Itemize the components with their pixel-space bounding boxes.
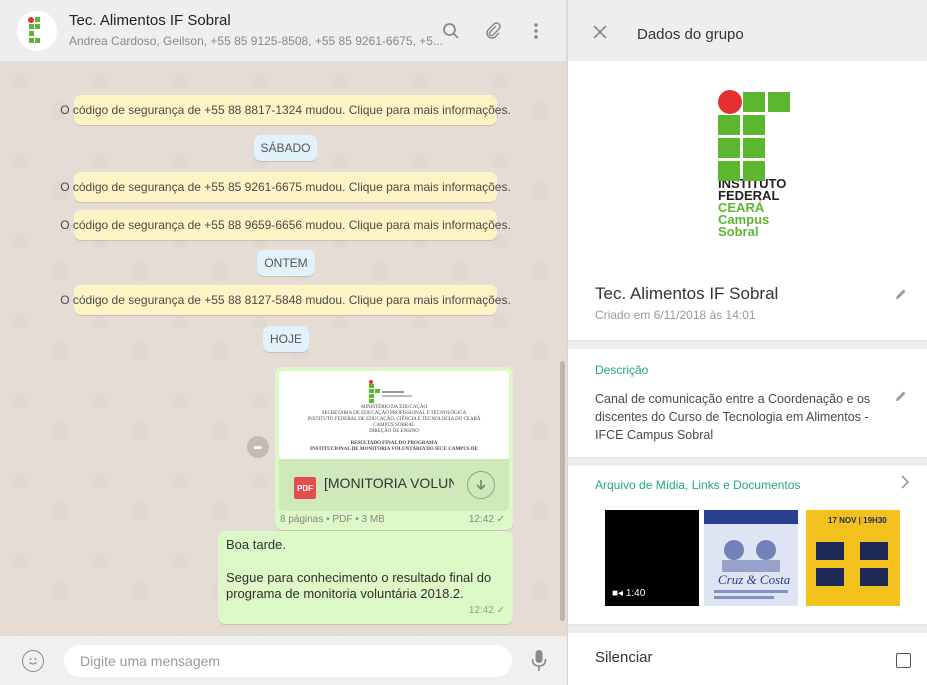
mute-label: Silenciar — [595, 649, 653, 666]
edit-description-icon[interactable] — [894, 389, 908, 403]
group-avatar[interactable] — [17, 11, 57, 51]
group-info-title: Dados do grupo — [637, 26, 744, 43]
pdf-icon: PDF — [294, 477, 316, 499]
video-icon: ■◂ — [612, 588, 624, 599]
attach-icon[interactable] — [482, 20, 504, 42]
group-description: Canal de comunicação entre a Coordenação… — [595, 392, 871, 442]
group-name: Tec. Alimentos IF Sobral — [595, 284, 779, 303]
media-link[interactable]: Arquivo de Mídia, Links e Documentos — [595, 478, 800, 492]
search-icon[interactable] — [440, 20, 462, 42]
document-message[interactable]: MINISTÉRIO DA EDUCAÇÃO SECRETARIA DE EDU… — [275, 367, 513, 530]
close-icon[interactable] — [593, 25, 607, 39]
logo-text: Sobral — [718, 224, 759, 239]
text-message[interactable]: Boa tarde. Segue para conhecimento o res… — [218, 531, 513, 624]
chat-participants[interactable]: Andrea Cardoso, Geilson, +55 85 9125-850… — [69, 34, 443, 48]
security-code-notice[interactable]: O código de segurança de +55 88 9659-665… — [60, 210, 511, 240]
mute-checkbox[interactable] — [896, 653, 911, 668]
emoji-icon[interactable] — [22, 650, 44, 672]
media-card: Arquivo de Mídia, Links e Documentos ■◂ … — [568, 466, 927, 624]
group-info-pane: Dados do grupo INSTITUTO FEDERAL CEARÁ C… — [567, 0, 927, 685]
media-thumbnail[interactable]: ■◂ 1:40 — [605, 510, 699, 606]
preview-line: INSTITUCIONAL DE MONITORIA VOLUNTÁRIA DO… — [310, 447, 478, 452]
chat-header[interactable]: Tec. Alimentos IF Sobral Andrea Cardoso,… — [0, 0, 567, 61]
group-info-header: Dados do grupo — [568, 0, 927, 61]
document-name[interactable]: [MONITORIA VOLUN... — [324, 475, 454, 491]
day-divider: HOJE — [263, 326, 309, 352]
document-bar[interactable]: PDF [MONITORIA VOLUN... — [279, 459, 509, 511]
description-label: Descrição — [595, 363, 649, 377]
group-profile-card: INSTITUTO FEDERAL CEARÁ Campus Sobral Te… — [568, 61, 927, 340]
mute-card: Silenciar — [568, 633, 927, 685]
day-divider: SÁBADO — [254, 135, 317, 161]
institution-logo[interactable]: INSTITUTO FEDERAL CEARÁ Campus Sobral — [718, 90, 794, 238]
group-created-date: Criado em 6/11/2018 às 14:01 — [595, 308, 756, 322]
day-divider: ONTEM — [257, 250, 315, 276]
thumbnail-caption: 17 NOV | 19H30 — [828, 516, 887, 525]
microphone-icon[interactable] — [530, 649, 548, 673]
media-thumbnail[interactable]: Cruz & Costa — [704, 510, 798, 606]
group-description-card: Descrição Canal de comunicação entre a C… — [568, 349, 927, 457]
message-text: Boa tarde. — [226, 537, 286, 552]
composer — [0, 636, 567, 685]
security-code-notice[interactable]: O código de segurança de +55 88 8817-132… — [60, 95, 511, 125]
message-time: 12:42 ✓ — [468, 605, 505, 616]
video-duration-label: 1:40 — [625, 588, 646, 599]
menu-icon[interactable] — [525, 20, 547, 42]
thumbnail-caption: Cruz & Costa — [718, 572, 791, 587]
edit-name-icon[interactable] — [894, 287, 908, 301]
download-icon[interactable] — [467, 471, 495, 499]
chat-title[interactable]: Tec. Alimentos IF Sobral — [69, 12, 231, 29]
chat-pane: Tec. Alimentos IF Sobral Andrea Cardoso,… — [0, 0, 567, 685]
media-thumbnail[interactable]: 17 NOV | 19H30 — [806, 510, 900, 606]
message-text: Segue para conhecimento o resultado fina… — [226, 570, 492, 601]
scrollbar[interactable] — [560, 361, 565, 621]
message-time: 12:42 ✓ — [468, 514, 505, 525]
chevron-right-icon[interactable] — [900, 475, 910, 494]
document-preview[interactable]: MINISTÉRIO DA EDUCAÇÃO SECRETARIA DE EDU… — [279, 371, 509, 459]
forward-icon[interactable]: ➦ — [247, 436, 269, 458]
document-meta: 8 páginas • PDF • 3 MB — [280, 514, 385, 525]
message-input[interactable] — [64, 645, 512, 677]
security-code-notice[interactable]: O código de segurança de +55 88 8127-584… — [60, 285, 511, 315]
security-code-notice[interactable]: O código de segurança de +55 85 9261-667… — [60, 172, 511, 202]
video-duration: ■◂ 1:40 — [612, 588, 645, 599]
